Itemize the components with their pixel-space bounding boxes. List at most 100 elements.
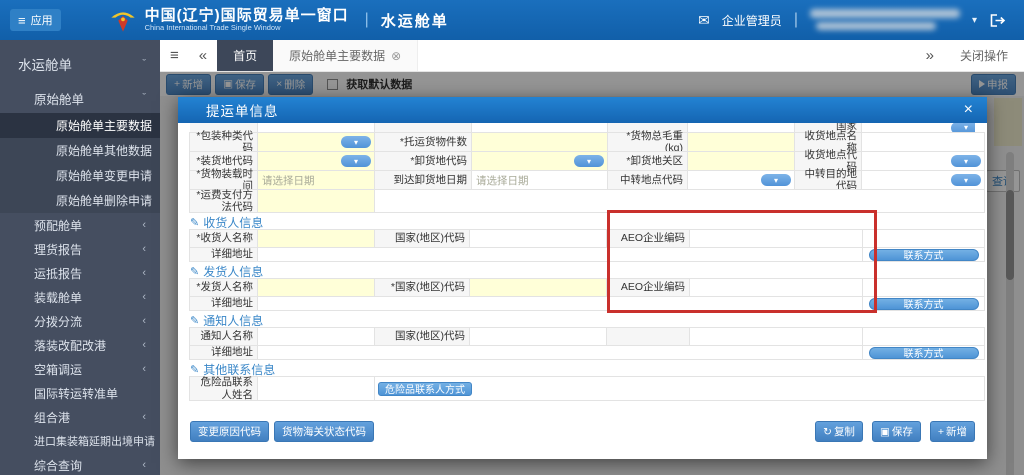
consignee-address-input[interactable] [258,251,862,265]
loading-place-dropdown-icon[interactable]: ▾ [341,155,371,167]
role-divider: | [793,11,798,28]
consignee-name-row: *收货人名称 国家(地区)代码 AEO企业编码 [189,229,985,249]
package-type-dropdown-icon[interactable]: ▾ [341,136,371,148]
loading-time-label: *货物装载时间 [189,168,258,192]
transit-destination-code-label: 中转目的地代码 [794,168,862,192]
sidebar-item-comprehensive-query[interactable]: 综合查询 ‹ [0,453,160,475]
dangerous-goods-contact-name-label: 危险品联系人姓名 [189,376,258,401]
copy-icon: ↻ [823,425,832,438]
notify-name-input[interactable] [258,329,374,347]
consignee-contact-button[interactable]: 联系方式 [868,248,979,262]
shipper-aeo-input[interactable] [690,280,862,298]
scroll-tabs-right-icon[interactable]: » [916,47,944,64]
sidebar-item-import-container-extension[interactable]: 进口集装箱延期出境申请 [0,429,160,453]
form-row-3: *货物装载时间 到达卸货地日期 中转地点代码 ▾ 中转目的地代码 ▾ [189,168,985,192]
logout-icon[interactable] [989,13,1006,28]
plus-icon: + [937,425,944,438]
chevron-left-icon: ‹ [142,411,146,423]
shipper-name-input[interactable] [258,280,374,298]
sidebar-item-water-manifest[interactable]: 水运舱单 ˇ [0,45,160,83]
delivery-place-name-input[interactable] [862,134,984,152]
arrival-date-input[interactable] [472,172,607,190]
consignee-aeo-input[interactable] [690,231,862,249]
consignee-address-row: 详细地址 联系方式 [189,247,985,265]
sidebar-item-original-manifest-delete-request[interactable]: 原始舱单删除申请 [0,188,160,213]
sidebar-item-distribution-diversion[interactable]: 分拨分流 ‹ [0,309,160,333]
app-title: 中国(辽宁)国际贸易单一窗口 China International Trade… [144,6,349,33]
transit-place-dropdown-icon[interactable]: ▾ [761,174,791,186]
sidebar-item-empty-container-transfer[interactable]: 空箱调运 ‹ [0,357,160,381]
consignee-name-input[interactable] [258,231,374,249]
tab-original-manifest-main-data[interactable]: 原始舱单主要数据 ⊗ [273,40,419,71]
unloading-place-dropdown-icon[interactable]: ▾ [574,155,604,167]
sidebar-item-original-manifest[interactable]: 原始舱单 ˇ [0,83,160,113]
cargo-customs-status-code-button[interactable]: 货物海关状态代码 [274,421,374,442]
save-icon: ▣ [879,425,890,438]
consignee-country-label: 国家(地区)代码 [374,229,470,248]
scroll-tabs-left-icon[interactable]: « [189,47,217,64]
chevron-left-icon: ‹ [142,291,146,303]
shipper-address-input[interactable] [258,300,862,314]
shipper-row-empty-cell [862,278,985,297]
transit-destination-dropdown-icon[interactable]: ▾ [951,174,981,186]
shipper-country-input[interactable] [470,280,606,298]
consignee-name-label: *收货人名称 [189,229,258,248]
modal-body: 国家 ▾ *包装种类代码 ▾ *托运货物件数 *货物总毛重(kg) 收货地点名称 [178,123,987,442]
dangerous-goods-contact-button[interactable]: 危险品联系人方式 [378,381,472,396]
form-row-4-empty-cell [374,189,985,213]
freight-payment-code-label: *运费支付方法代码 [189,189,258,213]
sidebar-item-loading-manifest[interactable]: 装载舱单 ‹ [0,285,160,309]
modal-save-button[interactable]: ▣ 保存 [871,421,921,442]
package-type-code-label: *包装种类代码 [189,130,258,154]
sidebar-item-original-manifest-main-data[interactable]: 原始舱单主要数据 [0,113,160,138]
edit-icon: ✎ [190,266,200,278]
freight-payment-code-input[interactable] [258,190,374,212]
sidebar-item-preconfigured-manifest[interactable]: 预配舱单 ‹ [0,213,160,237]
bill-of-lading-modal: 提运单信息 × 国家 ▾ *包装种类代码 ▾ *托运货物件数 *货物总毛重(kg… [178,97,987,459]
close-operations-button[interactable]: 关闭操作 [944,47,1024,64]
consignee-aeo-label: AEO企业编码 [606,229,690,248]
modal-close-icon[interactable]: × [964,102,973,118]
collapse-sidebar-icon[interactable]: ≡ [160,47,189,64]
sidebar-item-tally-report[interactable]: 理货报告 ‹ [0,237,160,261]
user-menu-caret-icon[interactable]: ▾ [972,15,977,26]
form-row-1: *包装种类代码 ▾ *托运货物件数 *货物总毛重(kg) 收货地点名称 [189,130,985,154]
sidebar-item-arrival-report[interactable]: 运抵报告 ‹ [0,261,160,285]
chevron-left-icon: ‹ [142,267,146,279]
loading-time-input[interactable] [258,172,374,190]
sidebar-item-original-manifest-other-data[interactable]: 原始舱单其他数据 [0,138,160,163]
tab-close-icon[interactable]: ⊗ [391,49,401,63]
dangerous-goods-contact-row: 危险品联系人姓名 危险品联系人方式 [189,376,985,401]
modal-add-button[interactable]: + 新增 [929,421,975,442]
hamburger-icon: ≡ [18,12,26,28]
gross-weight-input[interactable] [688,134,794,152]
copy-button[interactable]: ↻ 复制 [815,421,863,442]
sidebar-item-international-transit-permit[interactable]: 国际转运转准单 [0,381,160,405]
messages-icon[interactable]: ✉ [698,12,710,29]
chevron-left-icon: ‹ [142,243,146,255]
consignee-section-header: ✎ 收货人信息 [190,216,264,230]
notify-address-row: 详细地址 联系方式 [189,345,985,363]
sidebar-item-combined-port[interactable]: 组合港 ‹ [0,405,160,429]
dangerous-goods-contact-name-input[interactable] [258,377,374,400]
delivery-place-dropdown-icon[interactable]: ▾ [951,155,981,167]
user-name-blurred[interactable] [809,8,960,32]
consignee-country-input[interactable] [470,231,606,249]
change-reason-code-button[interactable]: 变更原因代码 [190,421,269,442]
notify-extra-input[interactable] [690,329,862,347]
notify-name-row: 通知人名称 国家(地区)代码 [189,327,985,347]
apps-menu-button[interactable]: ≡ 应用 [10,9,61,31]
tab-bar: ≡ « 首页 原始舱单主要数据 ⊗ » 关闭操作 [160,40,1024,72]
tab-home[interactable]: 首页 [217,40,274,71]
notify-contact-button[interactable]: 联系方式 [868,346,979,360]
app-screen: ≡ 应用 中国(辽宁)国际贸易单一窗口 China International … [0,0,1024,475]
sidebar-item-reload-reconfigure-port[interactable]: 落装改配改港 ‹ [0,333,160,357]
shipper-contact-button[interactable]: 联系方式 [868,297,979,311]
notify-address-input[interactable] [258,349,862,363]
sidebar-item-original-manifest-change-request[interactable]: 原始舱单变更申请 [0,163,160,188]
app-title-cn: 中国(辽宁)国际贸易单一窗口 [144,6,349,24]
notify-country-input[interactable] [470,329,606,347]
arrival-date-label: 到达卸货地日期 [374,170,472,190]
cargo-pieces-input[interactable] [472,134,607,152]
unloading-customs-input[interactable] [688,153,794,171]
